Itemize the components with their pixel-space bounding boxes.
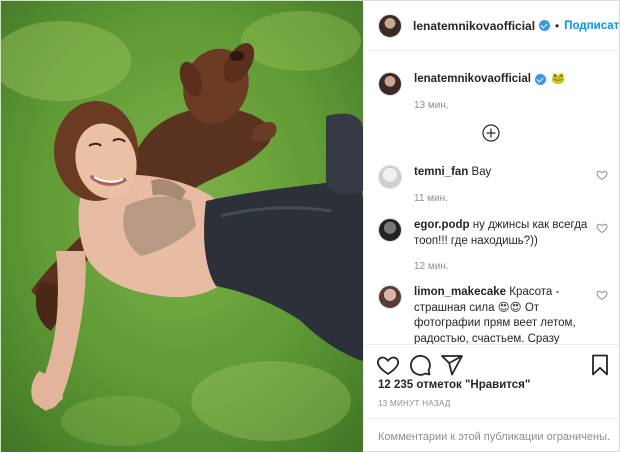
verified-badge-icon: [539, 20, 551, 31]
comment-username[interactable]: limon_makecake: [414, 286, 506, 298]
comment-item: egor.podp ну джинсы как всегда тооп!!! г…: [378, 218, 616, 275]
follow-button[interactable]: Подписаться: [564, 20, 620, 32]
author-avatar[interactable]: [378, 13, 402, 38]
comment-username[interactable]: egor.podp: [414, 219, 470, 231]
likes-count[interactable]: 12 235 отметок "Нравится": [378, 379, 530, 391]
comment-text: Вау: [471, 166, 492, 178]
comment-username[interactable]: temni_fan: [414, 166, 468, 178]
comments-restricted-notice: Комментарии к этой публикации ограничены…: [364, 418, 620, 452]
caption-username[interactable]: lenatemnikovaofficial: [414, 72, 531, 88]
heart-icon[interactable]: [596, 169, 608, 181]
comment-time[interactable]: 11 мин.: [414, 191, 594, 207]
photo-illustration: [1, 1, 363, 452]
comment-avatar[interactable]: [378, 218, 402, 242]
share-icon[interactable]: [440, 353, 464, 377]
post-caption: lenatemnikovaofficial 🐸 13 мин.: [378, 72, 616, 113]
comment-body: limon_makecake Красота - страшная сила 😍…: [414, 285, 594, 344]
post-side-panel: lenatemnikovaofficial • Подписаться lena…: [363, 1, 620, 452]
comment-avatar[interactable]: [378, 285, 402, 309]
caption-body: lenatemnikovaofficial 🐸 13 мин.: [414, 72, 594, 113]
caption-time[interactable]: 13 мин.: [414, 98, 594, 114]
heart-icon[interactable]: [376, 353, 400, 377]
author-username[interactable]: lenatemnikovaofficial: [413, 19, 535, 33]
comments-list[interactable]: lenatemnikovaofficial 🐸 13 мин. temni_fa…: [364, 52, 620, 344]
comment-icon[interactable]: [408, 353, 432, 377]
post-header: lenatemnikovaofficial • Подписаться: [364, 1, 620, 51]
instagram-post: lenatemnikovaofficial • Подписаться lena…: [0, 0, 620, 452]
caption-text: 🐸: [550, 73, 566, 85]
verified-badge-icon: [534, 74, 546, 86]
header-separator: •: [555, 18, 560, 33]
post-timestamp[interactable]: 13 минут назад: [378, 399, 451, 408]
comment-body: egor.podp ну джинсы как всегда тооп!!! г…: [414, 218, 594, 275]
caption-avatar[interactable]: [378, 72, 402, 96]
comment-avatar[interactable]: [378, 165, 402, 189]
comment-item: temni_fan Вау 11 мин.: [378, 165, 616, 206]
comment-body: temni_fan Вау 11 мин.: [414, 165, 594, 206]
add-comments-icon[interactable]: [482, 124, 500, 142]
bookmark-icon[interactable]: [588, 353, 612, 377]
action-bar: [364, 344, 620, 384]
comment-item: limon_makecake Красота - страшная сила 😍…: [378, 285, 616, 344]
heart-icon[interactable]: [596, 289, 608, 301]
comment-time[interactable]: 12 мин.: [414, 259, 594, 275]
post-photo[interactable]: [1, 1, 363, 452]
heart-icon[interactable]: [596, 222, 608, 234]
